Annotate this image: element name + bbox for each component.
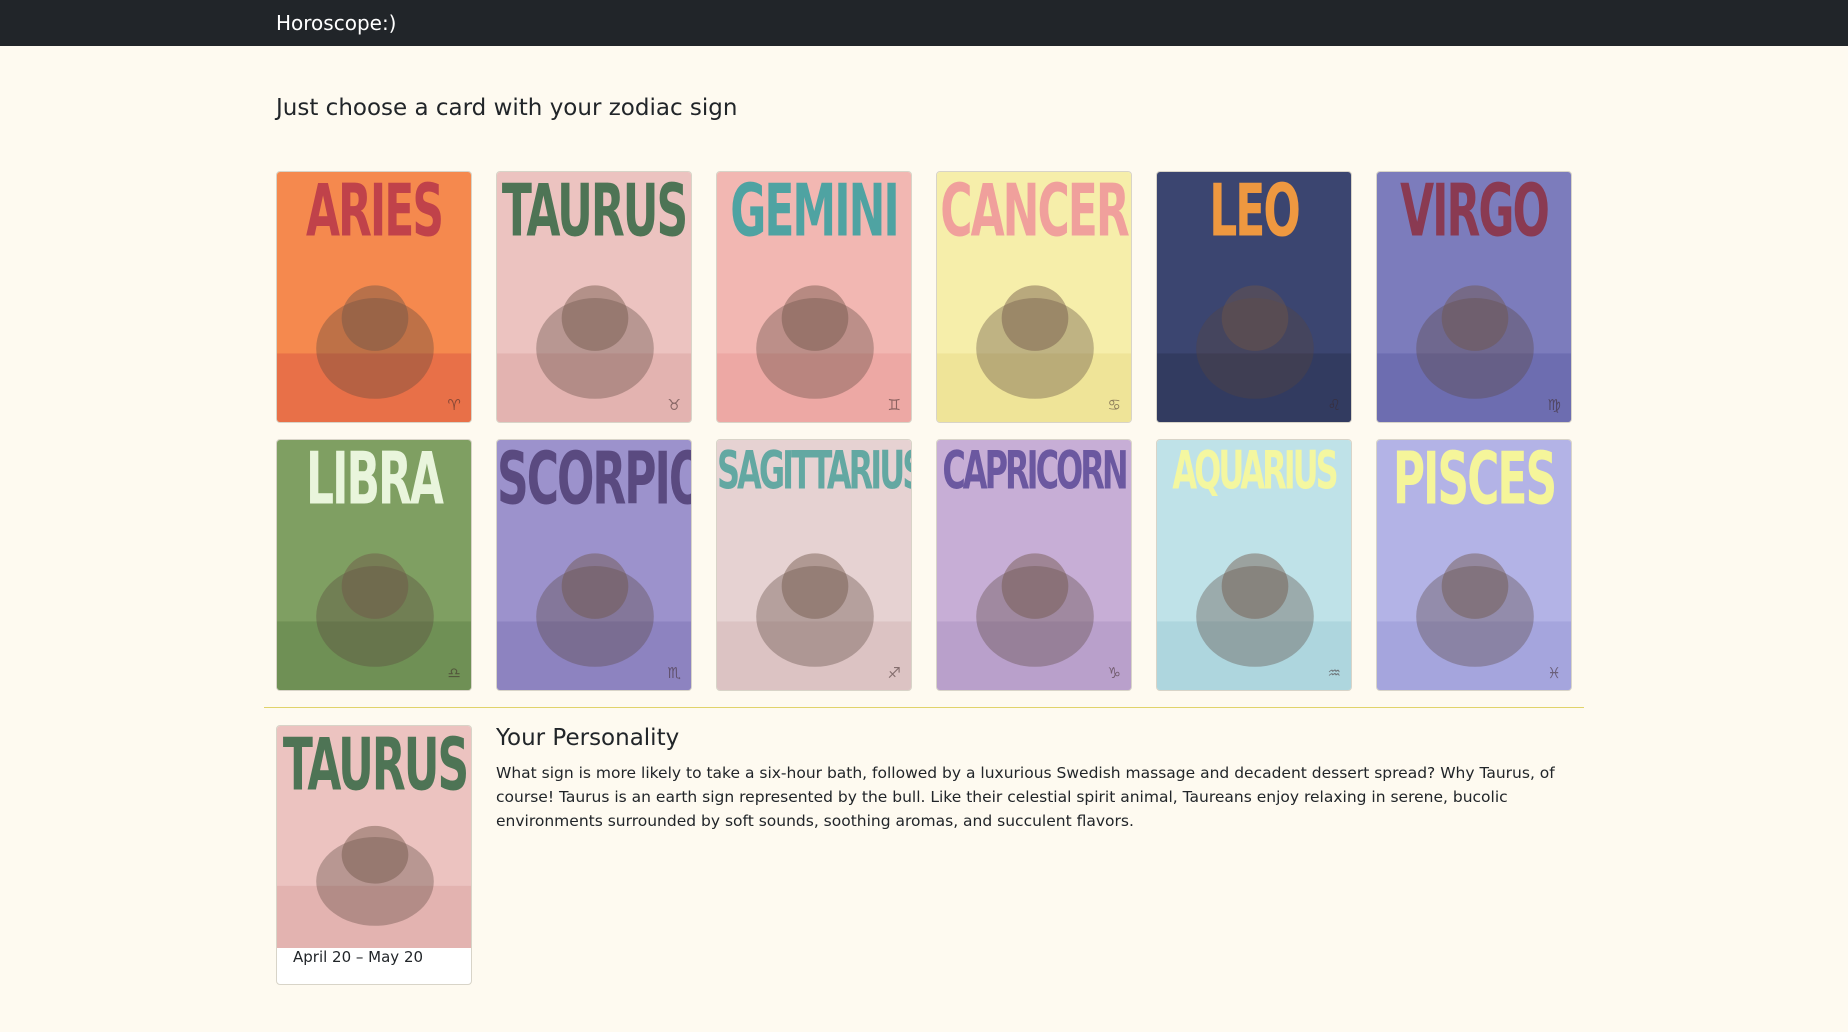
- zodiac-card-aries[interactable]: ARIES ♈: [276, 171, 472, 423]
- selected-sign-image: TAURUS: [277, 726, 471, 948]
- zodiac-card-virgo[interactable]: VIRGO ♍: [1376, 171, 1572, 423]
- navbar: Horoscope:): [0, 0, 1848, 46]
- zodiac-card-cancer[interactable]: CANCER ♋: [936, 171, 1132, 423]
- zodiac-card-title: LIBRA: [306, 439, 444, 522]
- zodiac-card-scorpio[interactable]: SCORPIO ♏: [496, 439, 692, 691]
- zodiac-card-title: LEO: [1209, 171, 1301, 254]
- brand-link[interactable]: Horoscope:): [276, 11, 397, 35]
- zodiac-card-title: SAGITTARIUS: [717, 439, 912, 502]
- zodiac-card-title: PISCES: [1392, 439, 1557, 522]
- zodiac-card-gemini[interactable]: GEMINI ♊: [716, 171, 912, 423]
- personality-description: What sign is more likely to take a six-h…: [496, 764, 1555, 830]
- zodiac-symbol-icon: ♎: [447, 664, 461, 682]
- zodiac-symbol-icon: ♐: [887, 664, 901, 682]
- zodiac-card-title: SCORPIO: [497, 439, 692, 522]
- zodiac-symbol-icon: ♉: [667, 396, 681, 414]
- zodiac-symbol-icon: ♌: [1327, 396, 1341, 414]
- zodiac-card-sagittarius[interactable]: SAGITTARIUS ♐: [716, 439, 912, 691]
- zodiac-card-aquarius[interactable]: AQUARIUS ♒: [1156, 439, 1352, 691]
- zodiac-symbol-icon: ♏: [667, 664, 681, 682]
- page-heading: Just choose a card with your zodiac sign: [276, 95, 738, 121]
- zodiac-card-title: TAURUS: [501, 171, 688, 254]
- zodiac-card-pisces[interactable]: PISCES ♓: [1376, 439, 1572, 691]
- zodiac-card-leo[interactable]: LEO ♌: [1156, 171, 1352, 423]
- zodiac-symbol-icon: ♍: [1547, 396, 1561, 414]
- sign-dates: April 20 – May 20: [293, 948, 424, 966]
- zodiac-card-libra[interactable]: LIBRA ♎: [276, 439, 472, 691]
- zodiac-card-title: CAPRICORN: [942, 439, 1128, 502]
- zodiac-symbol-icon: ♈: [447, 396, 461, 414]
- zodiac-symbol-icon: ♑: [1107, 664, 1121, 682]
- zodiac-card-title: ARIES: [305, 171, 444, 254]
- section-divider: [264, 707, 1584, 708]
- zodiac-card-taurus[interactable]: TAURUS ♉: [496, 171, 692, 423]
- zodiac-symbol-icon: ♒: [1327, 664, 1341, 682]
- personality-heading: Your Personality: [496, 725, 680, 751]
- zodiac-card-capricorn[interactable]: CAPRICORN ♑: [936, 439, 1132, 691]
- selected-sign-title: TAURUS: [282, 726, 469, 808]
- zodiac-card-title: AQUARIUS: [1172, 439, 1338, 502]
- selected-sign-card: TAURUS April 20 – May 20: [276, 725, 472, 985]
- zodiac-card-title: VIRGO: [1400, 171, 1550, 254]
- zodiac-card-title: CANCER: [940, 171, 1129, 254]
- zodiac-card-title: GEMINI: [730, 171, 900, 254]
- zodiac-symbol-icon: ♓: [1547, 664, 1561, 682]
- zodiac-symbol-icon: ♊: [887, 396, 901, 414]
- zodiac-symbol-icon: ♋: [1107, 396, 1121, 414]
